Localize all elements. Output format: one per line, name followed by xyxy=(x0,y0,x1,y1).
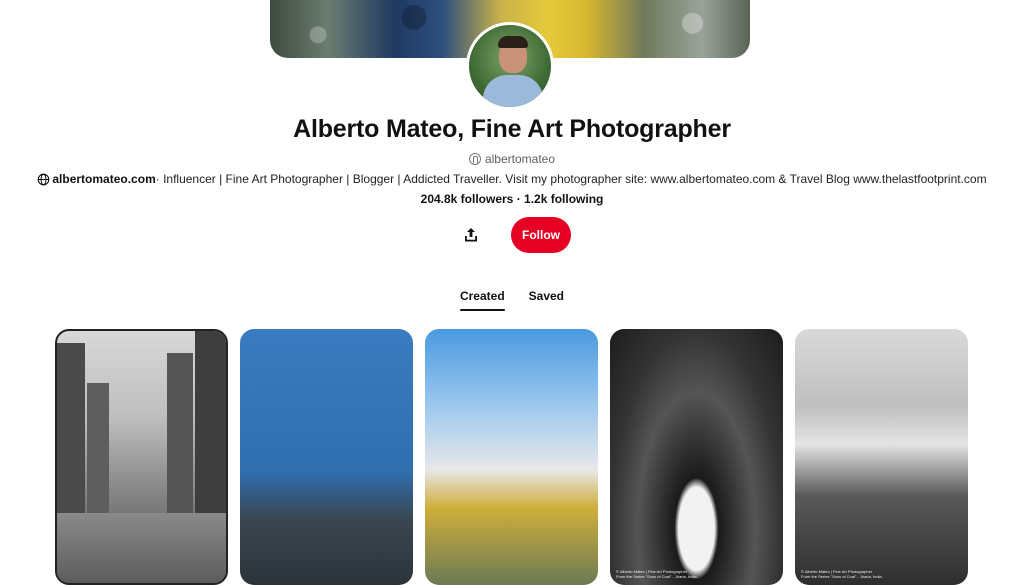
pin-grid: © Alberto Mateo | Fine Art Photographer … xyxy=(55,329,968,585)
profile-bio: albertomateo.com · Influencer | Fine Art… xyxy=(0,172,1024,186)
globe-icon xyxy=(38,173,50,185)
avatar-shirt xyxy=(483,75,543,107)
pin-caption: © Alberto Mateo | Fine Art Photographer … xyxy=(801,569,883,579)
profile-actions: Follow xyxy=(0,217,1024,253)
pin-caption: © Alberto Mateo | Fine Art Photographer … xyxy=(616,569,698,579)
share-button[interactable] xyxy=(453,217,489,253)
pinterest-icon xyxy=(468,153,481,165)
share-icon xyxy=(465,228,477,242)
tab-created[interactable]: Created xyxy=(459,289,505,311)
pin-card[interactable] xyxy=(240,329,413,585)
follow-button[interactable]: Follow xyxy=(511,217,571,253)
tab-saved[interactable]: Saved xyxy=(529,289,564,309)
bio-text: · Influencer | Fine Art Photographer | B… xyxy=(155,172,987,186)
profile-avatar[interactable] xyxy=(466,22,554,110)
avatar-hair xyxy=(498,36,528,48)
profile-tabs: Created Saved xyxy=(0,289,1024,311)
profile-handle: albertomateo xyxy=(0,152,1024,166)
pin-card[interactable] xyxy=(55,329,228,585)
pin-card[interactable] xyxy=(425,329,598,585)
profile-username: albertomateo xyxy=(484,152,556,166)
profile-name: Alberto Mateo, Fine Art Photographer xyxy=(293,115,731,143)
pin-card[interactable]: © Alberto Mateo | Fine Art Photographer … xyxy=(610,329,783,585)
follow-stats[interactable]: 204.8k followers · 1.2k following xyxy=(0,192,1024,206)
website-link[interactable]: albertomateo.com xyxy=(52,172,155,186)
pin-card[interactable]: © Alberto Mateo | Fine Art Photographer … xyxy=(795,329,968,585)
